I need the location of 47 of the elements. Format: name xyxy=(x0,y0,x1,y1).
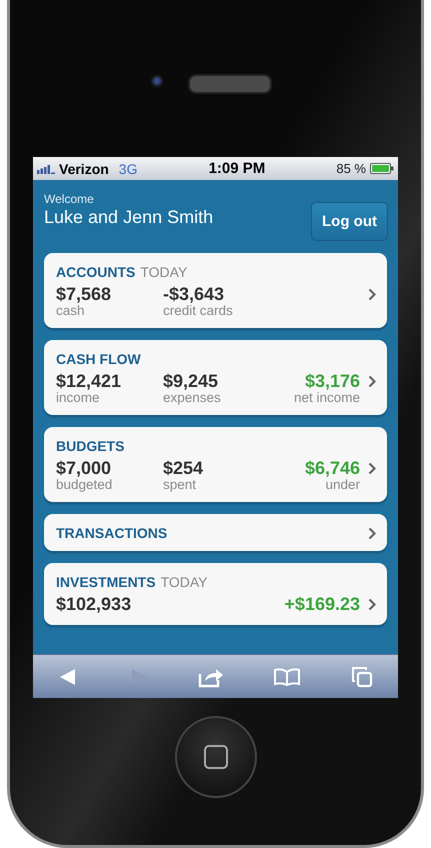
amount-value: $3,176 xyxy=(304,371,360,392)
amount-value: $254 xyxy=(163,458,204,479)
amount-value: $7,568 xyxy=(56,284,112,305)
chevron-icon xyxy=(368,375,376,388)
signal-icon xyxy=(37,164,55,174)
summary-card[interactable]: INVESTMENTS TODAY $102,933 +$169.23 xyxy=(44,563,387,625)
card-subtitle: TODAY xyxy=(140,264,188,280)
amount-value: +$169.23 xyxy=(284,594,360,615)
card-title: TRANSACTIONS xyxy=(56,525,168,541)
amount-label: under xyxy=(325,477,360,492)
battery-icon xyxy=(370,163,394,174)
carrier-name: Verizon xyxy=(59,160,109,176)
amount-label: spent xyxy=(163,477,198,492)
user-name: Luke and Jenn Smith xyxy=(44,207,214,228)
amount-value: $7,000 xyxy=(56,458,112,479)
amount-label: credit cards xyxy=(163,303,234,318)
card-title: CASH FLOW xyxy=(56,351,141,367)
amount-label: cash xyxy=(56,303,86,318)
logout-button[interactable]: Log out xyxy=(311,202,388,241)
summary-card[interactable]: ACCOUNTS TODAY $7,568 cash -$3,643 credit cards xyxy=(44,253,387,328)
summary-card[interactable]: CASH FLOW $12,421 income $9,245 expenses $3,176 net income xyxy=(44,340,387,415)
chevron-icon xyxy=(368,462,376,475)
network-type: 3G xyxy=(118,160,138,176)
card-title: ACCOUNTS xyxy=(56,264,136,280)
amount-value: $6,746 xyxy=(304,458,360,479)
chevron-icon xyxy=(368,598,376,611)
summary-card[interactable]: TRANSACTIONS xyxy=(44,514,387,551)
amount-label: income xyxy=(56,390,101,405)
amount-label: net income xyxy=(294,390,360,405)
book-icon[interactable] xyxy=(273,666,302,686)
amount-value: $102,933 xyxy=(56,594,132,615)
clock-time: 1:09 PM xyxy=(208,160,266,177)
amount-value: $12,421 xyxy=(56,371,122,392)
card-subtitle: TODAY xyxy=(160,574,208,590)
amount-value: -$3,643 xyxy=(163,284,226,305)
battery-percent: 85 % xyxy=(336,161,366,176)
card-title: INVESTMENTS xyxy=(56,574,156,590)
chevron-icon xyxy=(368,288,376,301)
amount-value: $9,245 xyxy=(163,371,220,392)
welcome-label: Welcome xyxy=(44,192,95,206)
amount-label: budgeted xyxy=(56,477,114,492)
pages-icon[interactable] xyxy=(350,664,374,688)
camera-icon xyxy=(150,74,164,88)
card-title: BUDGETS xyxy=(56,438,124,454)
amount-label: expenses xyxy=(163,390,222,405)
summary-card[interactable]: BUDGETS $7,000 budgeted $254 spent $6,746 under xyxy=(44,427,387,502)
chevron-icon xyxy=(368,526,376,540)
